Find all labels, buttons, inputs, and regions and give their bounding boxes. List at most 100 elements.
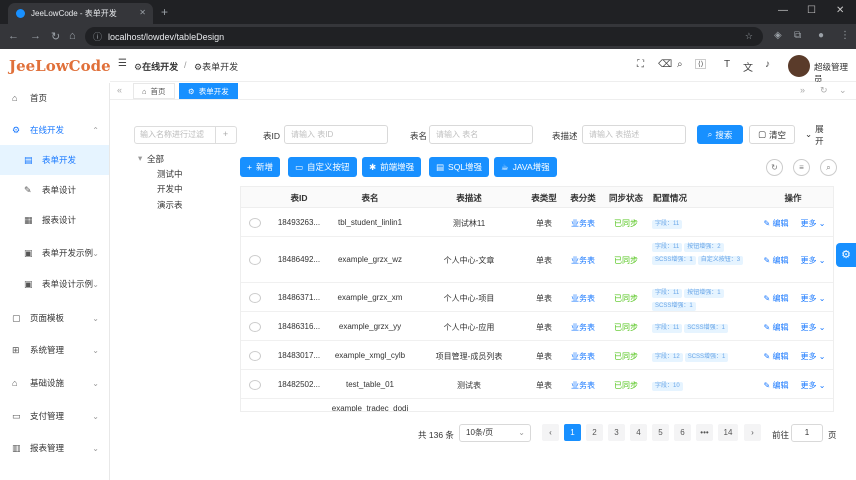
sidebar-item-form-design-example[interactable]: ▣ 表单设计示例 ⌄ (0, 269, 109, 299)
refresh-icon[interactable]: ↻ (766, 159, 783, 176)
row-radio[interactable] (249, 217, 261, 228)
site-info-icon[interactable]: ⓘ (93, 30, 102, 43)
extensions-puzzle-icon[interactable]: ⧉ (794, 30, 801, 41)
row-radio[interactable] (249, 379, 261, 390)
breadcrumb-online-dev[interactable]: ⚙在线开发 (134, 60, 178, 73)
sidebar-item-report-design[interactable]: ▦ 报表设计 (0, 205, 109, 235)
profile-icon[interactable]: ● (818, 30, 824, 41)
bookmark-star-icon[interactable]: ☆ (745, 31, 753, 42)
close-window-icon[interactable]: ✕ (836, 5, 844, 16)
column-settings-icon[interactable]: ≡ (793, 159, 810, 176)
page-button[interactable]: 1 (564, 424, 581, 441)
sidebar-item-infra[interactable]: ⌂ 基础设施 ⌄ (0, 368, 109, 398)
sidebar-item-system[interactable]: ⊞ 系统管理 ⌄ (0, 335, 109, 365)
search-icon[interactable]: ⌕ (677, 59, 683, 70)
page-button[interactable]: 2 (586, 424, 603, 441)
next-page-button[interactable]: › (744, 424, 761, 441)
sidebar-item-pay[interactable]: ▭ 支付管理 ⌄ (0, 401, 109, 431)
sidebar-item-form-dev[interactable]: ▤ 表单开发 (0, 145, 109, 175)
page-button[interactable]: 4 (630, 424, 647, 441)
row-radio[interactable] (249, 321, 261, 332)
java-enhance-button[interactable]: ☕ JAVA增强 (494, 157, 557, 177)
frontend-enhance-button[interactable]: ✱ 前端增强 (362, 157, 422, 177)
minimize-icon[interactable]: — (778, 5, 788, 16)
tree-add-icon[interactable]: + (215, 127, 235, 143)
table-id-input[interactable]: 请输入 表ID (284, 125, 388, 144)
browser-tab[interactable]: JeeLowCode - 表单开发 ✕ (8, 3, 153, 24)
new-button[interactable]: + 新增 (240, 157, 280, 177)
reset-button[interactable]: ▢ 清空 (749, 125, 795, 144)
sidebar-item-form-design[interactable]: ✎ 表单设计 (0, 175, 109, 205)
tree-node-demo[interactable]: 演示表 (157, 199, 183, 211)
sidebar-item-form-dev-example[interactable]: ▣ 表单开发示例 ⌄ (0, 238, 109, 268)
url-bar[interactable]: ⓘ localhost/lowdev/tableDesign ☆ (85, 27, 763, 46)
language-icon[interactable]: 文 (743, 59, 753, 74)
table-row[interactable]: 18483017... example_xmgl_cylb 项目管理-成员列表 单表 业… (241, 341, 833, 370)
tree-node-testing[interactable]: 测试中 (157, 168, 183, 180)
page-button[interactable]: 6 (674, 424, 691, 441)
table-row[interactable]: 18486492... example_grzx_wz 个人中心-文章 单表 业务表 已同… (241, 237, 833, 283)
maximize-icon[interactable]: ☐ (807, 5, 816, 16)
table-name-input[interactable]: 请输入 表名 (429, 125, 533, 144)
extension-icon[interactable]: ◈ (774, 30, 782, 41)
tree-node-developing[interactable]: 开发中 (157, 183, 183, 195)
search-button[interactable]: ⌕ 搜索 (697, 125, 743, 144)
sidebar-item-home[interactable]: ⌂ 首页 (0, 83, 109, 113)
more-button[interactable]: 更多 ⌄ (797, 322, 829, 333)
goto-page-input[interactable]: 1 (791, 424, 823, 442)
page-button[interactable]: 3 (608, 424, 625, 441)
avatar[interactable] (788, 55, 810, 77)
forward-icon[interactable]: → (30, 30, 41, 42)
page-button[interactable]: 5 (652, 424, 669, 441)
search-toggle-icon[interactable]: ⌕ (820, 159, 837, 176)
table-row[interactable]: 18493263... tbl_student_linlin1 测试林11 单表 业务表… (241, 208, 833, 237)
more-button[interactable]: 更多 ⌄ (797, 380, 829, 391)
edit-button[interactable]: ✎ 编辑 (759, 218, 793, 229)
more-button[interactable]: 更多 ⌄ (797, 255, 829, 266)
sql-enhance-button[interactable]: ▤ SQL增强 (429, 157, 490, 177)
sidebar-item-page-template[interactable]: ▢ 页面模板 ⌄ (0, 303, 109, 333)
menu-toggle-icon[interactable]: ☰ (118, 58, 127, 69)
browser-menu-icon[interactable]: ⋮ (840, 30, 850, 41)
home-browser-icon[interactable]: ⌂ (69, 30, 76, 42)
fullscreen-icon[interactable]: ⛶ (637, 59, 644, 70)
expand-button[interactable]: ⌄ 展开 (798, 124, 838, 146)
row-radio[interactable] (249, 255, 261, 265)
edit-button[interactable]: ✎ 编辑 (759, 255, 793, 266)
tabs-refresh-icon[interactable]: ↻ (820, 85, 828, 96)
row-radio[interactable] (249, 350, 261, 361)
table-row[interactable]: 18486371... example_grzx_xm 个人中心-项目 单表 业务表 已同… (241, 283, 833, 312)
edit-button[interactable]: ✎ 编辑 (759, 380, 793, 391)
tabs-scroll-left-icon[interactable]: « (117, 85, 122, 95)
settings-gear-icon[interactable]: ⚙ (836, 243, 856, 267)
edit-button[interactable]: ✎ 编辑 (759, 293, 793, 304)
table-desc-input[interactable]: 请输入 表描述 (582, 125, 686, 144)
page-size-select[interactable]: 10条/页 ⌄ (459, 424, 531, 442)
tab-form-dev[interactable]: ⚙ 表单开发 (179, 83, 238, 99)
edit-button[interactable]: ✎ 编辑 (759, 322, 793, 333)
close-tab-icon[interactable]: ✕ (139, 8, 146, 17)
tree-node-all[interactable]: 全部 (147, 153, 164, 165)
page-ellipsis[interactable]: ••• (696, 424, 713, 441)
tabs-scroll-right-icon[interactable]: » (800, 85, 805, 95)
edit-button[interactable]: ✎ 编辑 (759, 351, 793, 362)
more-button[interactable]: 更多 ⌄ (797, 293, 829, 304)
prev-page-button[interactable]: ‹ (542, 424, 559, 441)
table-row[interactable]: 18482502... test_table_01 测试表 单表 业务表 已同步 字段：10… (241, 370, 833, 399)
custom-button-button[interactable]: ▭ 自定义按钮 (288, 157, 357, 177)
new-tab-icon[interactable]: + (161, 5, 168, 19)
tabs-menu-icon[interactable]: ⌄ (839, 85, 847, 96)
table-row[interactable]: example_tradec_dodi (241, 399, 833, 411)
back-icon[interactable]: ← (8, 30, 19, 42)
clean-icon[interactable]: ⌫ (658, 59, 672, 70)
font-size-icon[interactable]: T (724, 59, 730, 70)
bell-icon[interactable]: ♪ (765, 59, 770, 70)
tab-home[interactable]: ⌂ 首页 (133, 83, 175, 99)
sidebar-item-report[interactable]: ▥ 报表管理 ⌄ (0, 433, 109, 463)
sidebar-item-online-dev[interactable]: ⚙ 在线开发 ⌃ (0, 115, 109, 145)
page-button[interactable]: 14 (718, 424, 738, 441)
table-row[interactable]: 18486316... example_grzx_yy 个人中心-应用 单表 业务表 已同… (241, 312, 833, 341)
reload-icon[interactable]: ↻ (51, 30, 60, 43)
tree-expand-icon[interactable]: ▾ (138, 153, 142, 164)
more-button[interactable]: 更多 ⌄ (797, 351, 829, 362)
